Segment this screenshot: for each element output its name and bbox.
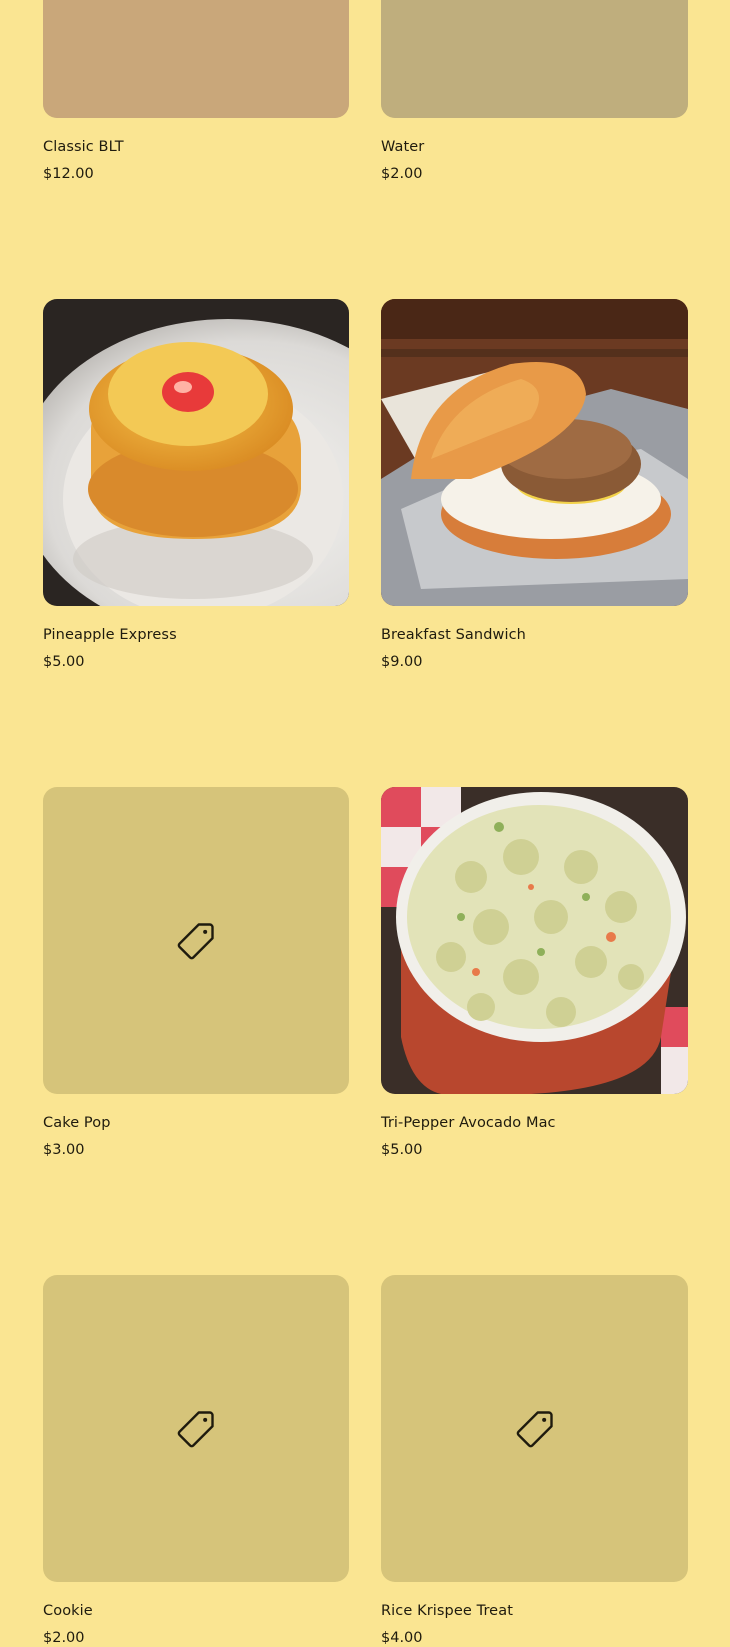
product-price: $4.00 [381, 1630, 423, 1646]
product-price: $5.00 [381, 1142, 423, 1158]
mac-salad-photo [381, 787, 688, 1094]
product-name[interactable]: Rice Krispee Treat [381, 1602, 688, 1620]
product-price: $2.00 [43, 1630, 85, 1646]
product-price: $2.00 [381, 166, 423, 182]
product-price: $5.00 [43, 654, 85, 670]
product-image[interactable] [43, 0, 349, 118]
product-card[interactable]: Classic BLT $12.00 [43, 0, 349, 183]
product-card[interactable]: Cake Pop $3.00 [43, 787, 349, 1159]
product-image[interactable] [381, 0, 688, 118]
product-name[interactable]: Water [381, 138, 688, 156]
product-name[interactable]: Pineapple Express [43, 626, 349, 644]
price-tag-icon [177, 922, 214, 959]
product-name[interactable]: Cake Pop [43, 1114, 349, 1132]
product-card[interactable]: Pineapple Express $5.00 [43, 299, 349, 671]
price-tag-icon [516, 1410, 553, 1447]
product-image-placeholder[interactable] [43, 787, 349, 1094]
product-image[interactable] [381, 299, 688, 606]
product-card[interactable]: Cookie $2.00 [43, 1275, 349, 1647]
product-price: $9.00 [381, 654, 423, 670]
product-card[interactable]: Breakfast Sandwich $9.00 [381, 299, 688, 671]
pineapple-cake-photo [43, 299, 349, 606]
product-image-placeholder[interactable] [43, 1275, 349, 1582]
product-name[interactable]: Tri-Pepper Avocado Mac [381, 1114, 688, 1132]
product-image-placeholder[interactable] [381, 1275, 688, 1582]
breakfast-sandwich-photo [381, 299, 688, 606]
product-name[interactable]: Classic BLT [43, 138, 349, 156]
product-image[interactable] [43, 299, 349, 606]
product-name[interactable]: Breakfast Sandwich [381, 626, 688, 644]
product-name[interactable]: Cookie [43, 1602, 349, 1620]
product-grid: Classic BLT $12.00 Water $2.00 Pineapple… [43, 0, 688, 1647]
product-price: $3.00 [43, 1142, 85, 1158]
product-image[interactable] [381, 787, 688, 1094]
product-price: $12.00 [43, 166, 94, 182]
product-card[interactable]: Water $2.00 [381, 0, 688, 183]
product-card[interactable]: Rice Krispee Treat $4.00 [381, 1275, 688, 1647]
price-tag-icon [177, 1410, 214, 1447]
product-card[interactable]: Tri-Pepper Avocado Mac $5.00 [381, 787, 688, 1159]
